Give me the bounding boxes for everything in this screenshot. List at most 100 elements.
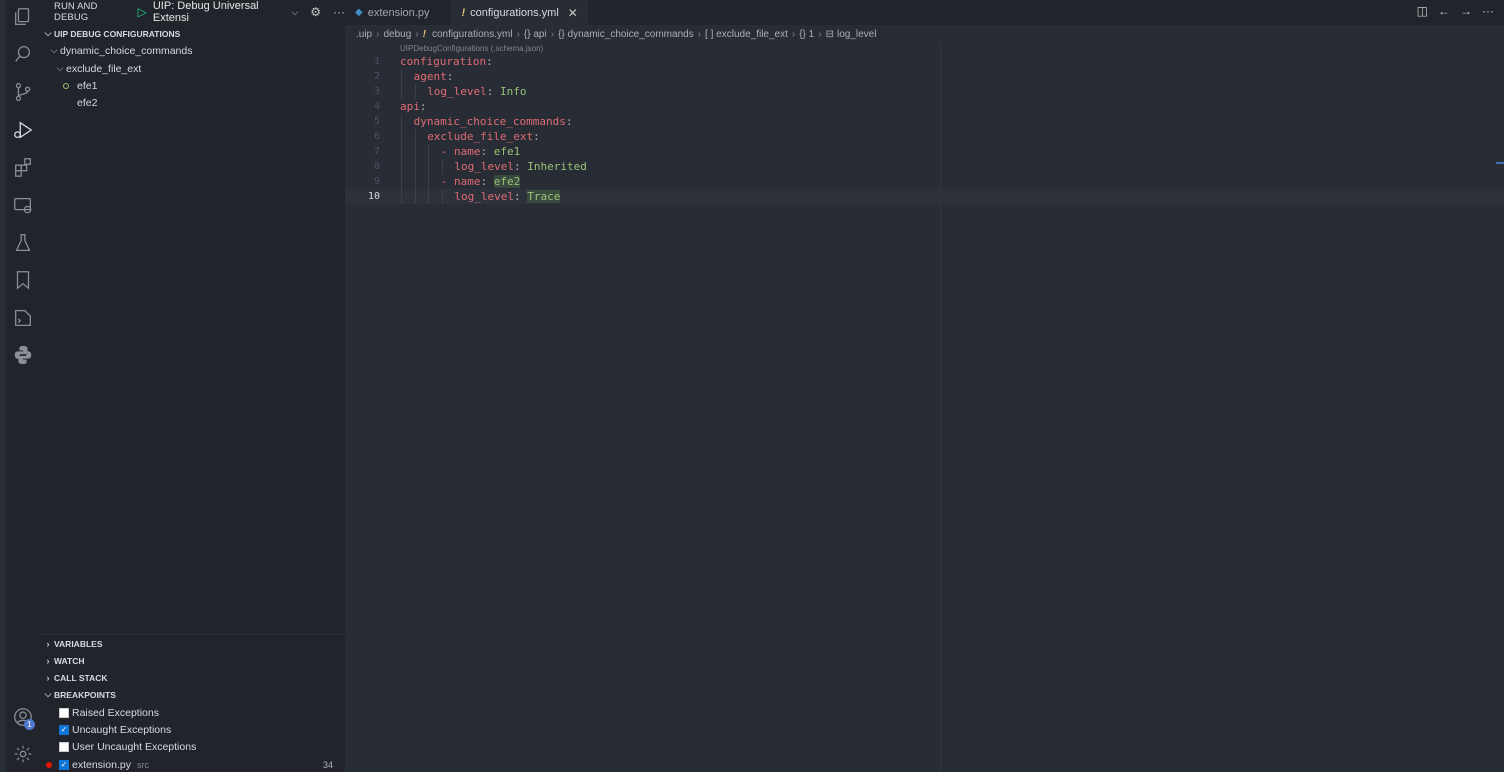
schema-codelens[interactable]: UIPDebugConfigurations (.schema.json) xyxy=(400,44,543,53)
bookmarks-icon[interactable] xyxy=(6,265,39,295)
indent-guide xyxy=(414,159,416,174)
yaml-value: Inherited xyxy=(527,160,587,173)
chevron-right-icon: › xyxy=(46,672,50,683)
yaml-key: api xyxy=(400,100,420,113)
tab-extension-py[interactable]: ◆ extension.py xyxy=(345,0,439,25)
tree-item-label: exclude_file_ext xyxy=(66,62,142,75)
code-line[interactable]: 7 - name: efe1 xyxy=(345,144,1504,159)
accounts-icon[interactable]: 1 xyxy=(6,702,39,732)
tree-item-efe2[interactable]: efe2 xyxy=(39,94,345,111)
source-control-icon[interactable] xyxy=(6,77,39,107)
indent-guide xyxy=(401,114,402,129)
breakpoint-checkbox[interactable] xyxy=(59,741,69,752)
breakpoint-checkbox[interactable]: ✓ xyxy=(59,724,69,735)
breadcrumb-item[interactable]: debug xyxy=(383,29,411,40)
code-line[interactable]: 3 log_level: Info xyxy=(345,84,1504,99)
line-number: 5 xyxy=(373,116,380,127)
start-debugging-button[interactable]: ▷ xyxy=(138,5,147,19)
line-number: 4 xyxy=(373,101,380,112)
split-editor-icon[interactable]: ◫ xyxy=(1417,4,1428,18)
code-line[interactable]: 9 - name: efe2 xyxy=(345,174,1504,189)
debug-config-select[interactable]: UIP: Debug Universal Extensi xyxy=(153,0,286,24)
line-number: 8 xyxy=(373,161,380,172)
go-back-icon[interactable]: ← xyxy=(1438,4,1450,18)
breakpoint-checkbox[interactable] xyxy=(59,707,69,718)
tree-item-exclude-file-ext[interactable]: ⌵ exclude_file_ext xyxy=(39,60,345,77)
breadcrumb-item[interactable]: {} dynamic_choice_commands xyxy=(558,29,694,40)
terminal-icon[interactable] xyxy=(6,303,39,333)
breakpoint-dot-icon xyxy=(46,761,52,768)
explorer-icon[interactable] xyxy=(6,2,39,32)
chevron-right-icon: › xyxy=(697,29,702,40)
yaml-key: configuration xyxy=(400,55,487,68)
section-title: WATCH xyxy=(54,655,85,666)
breadcrumb-item[interactable]: {} 1 xyxy=(799,29,814,40)
code-text: exclude_file_ext: xyxy=(427,129,540,144)
variables-section[interactable]: › VARIABLES xyxy=(39,635,345,652)
tree-item-dynamic-choice-commands[interactable]: ⌵ dynamic_choice_commands xyxy=(39,42,345,59)
settings-gear-icon[interactable] xyxy=(6,739,39,769)
indent-guide xyxy=(414,144,416,159)
breakpoint-label: User Uncaught Exceptions xyxy=(72,740,197,753)
breakpoint-label: extension.py xyxy=(72,758,131,771)
indent-guide xyxy=(401,69,402,84)
code-line[interactable]: 1 configuration: xyxy=(345,54,1504,69)
code-line[interactable]: 8 log_level: Inherited xyxy=(345,159,1504,174)
indent-guide xyxy=(401,174,402,189)
chevron-right-icon: › xyxy=(791,29,796,40)
tree-item-efe1[interactable]: efe1 xyxy=(39,77,345,94)
breadcrumb-item[interactable]: .uip xyxy=(356,29,372,40)
code-line[interactable]: 4 api: xyxy=(345,99,1504,114)
yaml-value: efe2 xyxy=(493,175,521,188)
run-debug-icon[interactable] xyxy=(6,115,39,145)
code-text: log_level: Info xyxy=(427,84,526,99)
breakpoint-uncaught-exceptions: ✓ Uncaught Exceptions xyxy=(39,721,345,738)
chevron-down-icon: ⌵ xyxy=(56,63,64,73)
go-forward-icon[interactable]: → xyxy=(1460,4,1472,18)
indent-guide xyxy=(441,159,443,174)
colon: : xyxy=(533,130,540,143)
yaml-key: log_level xyxy=(454,190,514,203)
more-actions-icon[interactable]: ··· xyxy=(1482,4,1494,18)
breadcrumb: .uip › debug › ! configurations.yml › {}… xyxy=(356,27,876,42)
indent-guide xyxy=(401,189,402,204)
code-line[interactable]: 10 log_level: Trace xyxy=(345,189,1504,204)
code-line[interactable]: 5 dynamic_choice_commands: xyxy=(345,114,1504,129)
breakpoints-section[interactable]: ⌵ BREAKPOINTS xyxy=(39,686,345,703)
open-launch-json-gear-icon[interactable]: ⚙ xyxy=(310,5,321,19)
breakpoint-extension-py[interactable]: ✓ extension.py src 34 xyxy=(39,756,345,772)
run-debug-header: RUN AND DEBUG ▷ UIP: Debug Universal Ext… xyxy=(39,0,345,24)
indent-guide xyxy=(414,129,416,144)
close-icon[interactable]: ✕ xyxy=(568,6,578,20)
tab-label: extension.py xyxy=(367,6,430,19)
code-text: dynamic_choice_commands: xyxy=(414,114,573,129)
more-actions-icon[interactable]: ··· xyxy=(333,5,345,19)
breadcrumb-item[interactable]: {} api xyxy=(524,29,547,40)
chevron-down-icon[interactable]: ⌵ xyxy=(291,7,298,18)
breadcrumb-item[interactable]: configurations.yml xyxy=(432,29,513,40)
yaml-key: exclude_file_ext xyxy=(427,130,534,143)
breadcrumb-item[interactable]: log_level xyxy=(837,29,876,40)
breakpoint-checkbox[interactable]: ✓ xyxy=(59,759,69,770)
section-title: CALL STACK xyxy=(54,672,108,683)
breadcrumb-item[interactable]: [ ] exclude_file_ext xyxy=(705,29,788,40)
tab-configurations-yml[interactable]: ! configurations.yml ✕ xyxy=(451,0,588,25)
editor-tabs: ◆ extension.py ! configurations.yml ✕ ◫ … xyxy=(345,0,1504,25)
editor-actions: ◫ ← → ··· xyxy=(1417,4,1494,18)
remote-explorer-icon[interactable] xyxy=(6,190,39,220)
field-icon: ⊟ xyxy=(825,29,834,40)
colon: : xyxy=(514,160,521,173)
python-icon[interactable] xyxy=(6,340,39,370)
call-stack-section[interactable]: › CALL STACK xyxy=(39,669,345,686)
search-icon[interactable] xyxy=(6,39,39,69)
extensions-icon[interactable] xyxy=(6,152,39,182)
testing-icon[interactable] xyxy=(6,228,39,258)
indent-guide xyxy=(428,189,430,204)
code-line[interactable]: 6 exclude_file_ext: xyxy=(345,129,1504,144)
code-line[interactable]: 2 agent: xyxy=(345,69,1504,84)
watch-section[interactable]: › WATCH xyxy=(39,652,345,669)
uip-debug-configurations-section[interactable]: ⌵ UIP DEBUG CONFIGURATIONS xyxy=(39,25,345,42)
code-editor[interactable]: 1 configuration: 2 agent: 3 log_level: Info 4 a… xyxy=(345,54,1504,204)
code-text: log_level: Inherited xyxy=(454,159,586,174)
breakpoint-folder: src xyxy=(136,759,149,770)
